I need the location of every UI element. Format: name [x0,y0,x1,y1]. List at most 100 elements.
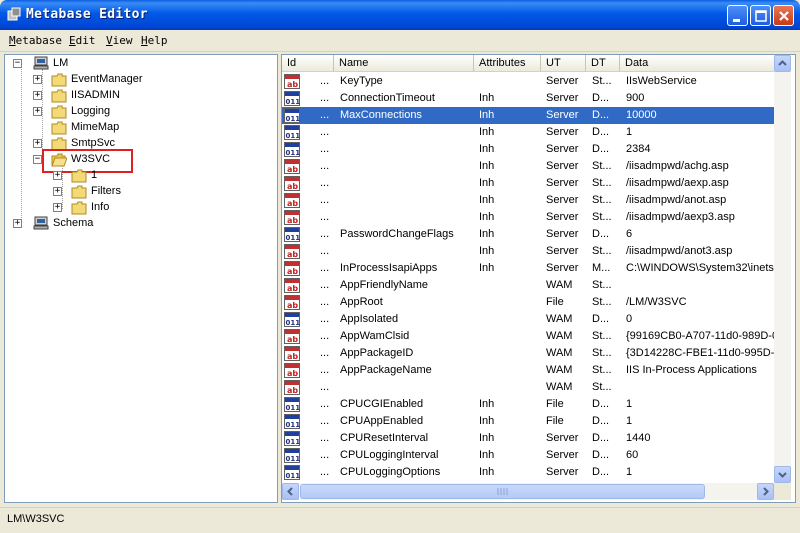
table-row[interactable]: ab... AppWamClsid WAM St... {99169CB0-A707-1… [282,328,777,345]
metabase-tree[interactable]: − LM + EventManager + IISADMIN + Logging… [4,54,278,503]
svg-text:ab: ab [287,182,298,191]
table-row[interactable]: 011... CPULoggingInterval Inh Server D... 60 [282,447,777,464]
cell-ut: WAM [546,313,573,325]
minimize-button[interactable] [727,5,748,26]
svg-text:011: 011 [286,149,301,157]
arrow-left-icon [287,487,293,496]
cell-data: /iisadmpwd/aexp3.asp [626,211,735,223]
column-header-ut[interactable]: UT [541,55,586,72]
cell-dt: D... [592,228,610,240]
cell-dt: St... [592,75,612,87]
svg-text:ab: ab [287,216,298,225]
expand-icon[interactable]: + [53,171,62,180]
menu-metabase[interactable]: Metabase [9,34,62,47]
table-row[interactable]: ab... Inh Server St... /iisadmpwd/achg.asp [282,158,777,175]
table-row[interactable]: 011... MaxConnections Inh Server D... 10000 [282,107,777,124]
expand-icon[interactable]: + [33,139,42,148]
vertical-scrollbar[interactable] [774,55,791,483]
expand-icon[interactable]: + [33,75,42,84]
table-row[interactable]: ab... Inh Server St... /iisadmpwd/aexp.asp [282,175,777,192]
menu-help[interactable]: Help [141,34,168,47]
scroll-thumb[interactable] [300,484,705,499]
cell-attr: Inh [479,228,495,240]
cell-data: {99169CB0-A707-11d0-989D-00 [626,330,776,342]
svg-text:011: 011 [286,455,301,463]
string-type-icon: ab [284,210,300,225]
cell-name: AppPackageID [340,347,414,359]
cell-ut: Server [546,262,579,274]
table-row[interactable]: 011... PasswordChangeFlags Inh Server D... 6 [282,226,777,243]
collapse-icon[interactable]: − [13,59,22,68]
cell-id: ... [320,228,330,240]
scroll-right-button[interactable] [757,483,774,500]
column-header-dt[interactable]: DT [586,55,620,72]
table-row[interactable]: 011... ConnectionTimeout Inh Server D... 900 [282,90,777,107]
scroll-left-button[interactable] [282,483,299,500]
table-row[interactable]: 011... Inh Server D... 2384 [282,141,777,158]
table-row[interactable]: ab... AppPackageName WAM St... IIS In-Proces… [282,362,777,379]
column-header-id[interactable]: Id [282,55,334,72]
cell-name: CPUAppEnabled [340,415,424,427]
table-row[interactable]: ab... Inh Server St... /iisadmpwd/anot.asp [282,192,777,209]
column-header-data[interactable]: Data [620,55,780,72]
table-row[interactable]: ab... InProcessIsapiApps Inh Server M... C:\W… [282,260,777,277]
table-row[interactable]: ab... Inh Server St... /iisadmpwd/anot3.asp [282,243,777,260]
cell-id: ... [320,381,330,393]
cell-data: 900 [626,92,645,104]
table-row[interactable]: 011... CPULoggingOptions Inh Server D... 1 [282,464,777,481]
cell-name: AppIsolated [340,313,399,325]
expand-icon[interactable]: + [33,91,42,100]
tree-label: EventManager [71,73,143,85]
expand-icon[interactable]: + [53,203,62,212]
cell-ut: Server [546,109,579,121]
cell-ut: WAM [546,364,573,376]
cell-data: /iisadmpwd/anot.asp [626,194,727,206]
table-row[interactable]: ab... WAM St... [282,379,777,396]
string-type-icon: ab [284,295,300,310]
table-row[interactable]: ab... KeyType Server St... IIsWebService [282,73,777,90]
cell-ut: File [546,398,564,410]
menu-view[interactable]: View [106,34,133,47]
collapse-icon[interactable]: − [33,155,42,164]
expand-icon[interactable]: + [13,219,22,228]
table-row[interactable]: 011... Inh Server D... 1 [282,124,777,141]
cell-ut: File [546,415,564,427]
cell-ut: Server [546,160,579,172]
table-row[interactable]: ab... Inh Server St... /iisadmpwd/aexp3.asp [282,209,777,226]
cell-attr: Inh [479,126,495,138]
table-row[interactable]: ab... AppPackageID WAM St... {3D14228C-FBE1-… [282,345,777,362]
string-type-icon: ab [284,346,300,361]
cell-attr: Inh [479,177,495,189]
menu-edit[interactable]: Edit [69,34,96,47]
horizontal-scrollbar[interactable] [282,483,774,500]
cell-dt: M... [592,262,611,274]
computer-icon [33,216,49,230]
scroll-down-button[interactable] [774,466,791,483]
cell-id: ... [320,211,330,223]
table-row[interactable]: ab... AppRoot File St... /LM/W3SVC [282,294,777,311]
column-header-attributes[interactable]: Attributes [474,55,541,72]
tree-label: SmtpSvc [71,137,116,149]
cell-attr: Inh [479,92,495,104]
table-row[interactable]: 011... CPUResetInterval Inh Server D... 1440 [282,430,777,447]
table-row[interactable]: 011... AppIsolated WAM D... 0 [282,311,777,328]
column-header-name[interactable]: Name [334,55,474,72]
cell-dt: D... [592,415,610,427]
svg-text:ab: ab [287,250,298,259]
expand-icon[interactable]: + [33,107,42,116]
maximize-button[interactable] [750,5,771,26]
table-row[interactable]: 011... CPUCGIEnabled Inh File D... 1 [282,396,777,413]
svg-text:ab: ab [287,267,298,276]
cell-dt: St... [592,364,612,376]
svg-text:ab: ab [287,301,298,310]
close-button[interactable] [773,5,794,26]
property-list[interactable]: Id Name Attributes UT DT Data ab... KeyTy… [281,54,796,503]
svg-text:011: 011 [286,404,301,412]
cell-attr: Inh [479,262,495,274]
cell-dt: D... [592,109,610,121]
table-row[interactable]: 011... CPUAppEnabled Inh File D... 1 [282,413,777,430]
scroll-up-button[interactable] [774,55,791,72]
expand-icon[interactable]: + [53,187,62,196]
title-bar[interactable]: Metabase Editor [0,0,800,30]
table-row[interactable]: ab... AppFriendlyName WAM St... [282,277,777,294]
